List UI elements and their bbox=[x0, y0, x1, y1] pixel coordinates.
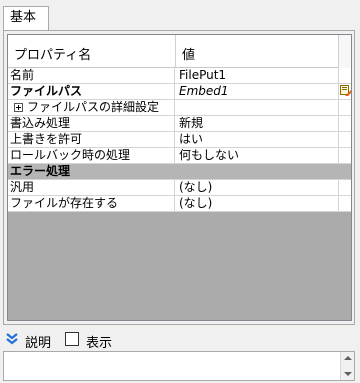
property-name: ファイルパス bbox=[8, 84, 175, 99]
property-name-text: ファイルパスの詳細設定 bbox=[27, 100, 160, 114]
property-value[interactable]: Embed1 bbox=[175, 84, 338, 99]
property-value[interactable]: 何もしない bbox=[175, 148, 338, 163]
property-value[interactable] bbox=[175, 100, 338, 115]
show-label[interactable]: 表示 bbox=[86, 332, 112, 351]
row-edge bbox=[338, 164, 351, 179]
edit-path-icon[interactable] bbox=[340, 85, 351, 97]
row-edge[interactable] bbox=[338, 84, 351, 99]
property-name: ファイルパスの詳細設定 bbox=[8, 100, 175, 115]
double-chevron-down-icon[interactable] bbox=[5, 332, 19, 346]
header-property-name: プロパティ名 bbox=[14, 48, 92, 63]
category-value bbox=[175, 164, 338, 179]
tab-basic[interactable]: 基本 bbox=[3, 6, 49, 31]
property-value[interactable]: FilePut1 bbox=[175, 68, 338, 83]
description-box bbox=[3, 351, 355, 381]
property-panel: プロパティ名 値 名前 FilePut1 ファイルパス Embed1 ファイルパ… bbox=[3, 30, 355, 325]
header-value: 値 bbox=[182, 48, 196, 63]
row-edge bbox=[338, 132, 351, 147]
row-file-exists[interactable]: ファイルが存在する (なし) bbox=[8, 196, 351, 212]
row-edge bbox=[338, 100, 351, 115]
description-label: 説明 bbox=[25, 336, 52, 351]
header-divider[interactable] bbox=[175, 35, 176, 68]
row-file-path-details[interactable]: ファイルパスの詳細設定 bbox=[8, 100, 351, 116]
property-name: ロールバック時の処理 bbox=[8, 148, 175, 163]
row-edge bbox=[338, 68, 351, 83]
property-name: ファイルが存在する bbox=[8, 196, 175, 211]
row-edge bbox=[338, 180, 351, 195]
row-rollback-action[interactable]: ロールバック時の処理 何もしない bbox=[8, 148, 351, 164]
tab-strip: 基本 bbox=[0, 0, 360, 31]
property-value[interactable]: (なし) bbox=[175, 196, 338, 211]
scroll-down-icon[interactable] bbox=[344, 372, 352, 376]
property-name: 上書きを許可 bbox=[8, 132, 175, 147]
row-edge bbox=[338, 116, 351, 131]
row-file-path[interactable]: ファイルパス Embed1 bbox=[8, 84, 351, 100]
property-value[interactable]: はい bbox=[175, 132, 338, 147]
row-name[interactable]: 名前 FilePut1 bbox=[8, 68, 351, 84]
description-scrollbar[interactable] bbox=[340, 352, 354, 380]
property-grid: プロパティ名 値 名前 FilePut1 ファイルパス Embed1 ファイルパ… bbox=[7, 34, 352, 321]
row-edge bbox=[338, 148, 351, 163]
property-value[interactable]: (なし) bbox=[175, 180, 338, 195]
row-allow-overwrite[interactable]: 上書きを許可 はい bbox=[8, 132, 351, 148]
row-write-mode[interactable]: 書込み処理 新規 bbox=[8, 116, 351, 132]
description-header: 説明 表示 bbox=[3, 330, 355, 351]
grid-header: プロパティ名 値 bbox=[8, 35, 351, 68]
row-general[interactable]: 汎用 (なし) bbox=[8, 180, 351, 196]
property-name: 名前 bbox=[8, 68, 175, 83]
row-edge bbox=[338, 196, 351, 211]
scroll-up-icon[interactable] bbox=[344, 356, 352, 360]
property-name: 汎用 bbox=[8, 180, 175, 195]
category-name: エラー処理 bbox=[8, 164, 175, 179]
property-value[interactable]: 新規 bbox=[175, 116, 338, 131]
show-checkbox[interactable] bbox=[65, 332, 79, 346]
header-right-gutter bbox=[338, 35, 351, 68]
category-error-handling[interactable]: エラー処理 bbox=[8, 164, 351, 180]
tab-basic-label: 基本 bbox=[10, 10, 37, 25]
grid-rows: 名前 FilePut1 ファイルパス Embed1 ファイルパスの詳細設定 書込… bbox=[8, 68, 351, 212]
plus-box-icon[interactable] bbox=[14, 103, 23, 112]
property-name: 書込み処理 bbox=[8, 116, 175, 131]
